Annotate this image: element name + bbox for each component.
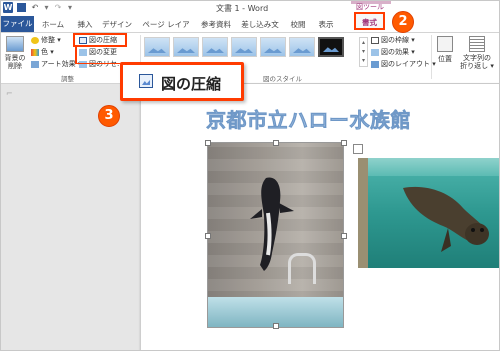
callout-pointer: [75, 47, 120, 64]
undo-icon[interactable]: ↶: [30, 2, 40, 13]
app-window: W ↶ ▾ ↷ ▾ 図ツール 文書 1 - Word ファイル ホーム 挿入 デ…: [0, 0, 500, 351]
compress-highlight: [73, 33, 127, 47]
tab-insert[interactable]: 挿入: [75, 18, 95, 31]
tab-file[interactable]: ファイル: [1, 16, 34, 32]
resize-handle[interactable]: [341, 140, 347, 146]
compress-pictures-icon: [139, 74, 153, 88]
remove-background-icon: [6, 36, 24, 52]
picture-style-thumbnail[interactable]: [318, 37, 344, 57]
tab-view[interactable]: 表示: [315, 18, 337, 31]
tab-mailings[interactable]: 差し込み文書: [238, 18, 282, 42]
tab-design[interactable]: デザイン: [101, 18, 133, 31]
picture-effects-icon: [371, 48, 379, 56]
layout-options-icon[interactable]: [353, 144, 363, 154]
resize-handle[interactable]: [273, 323, 279, 329]
picture-style-thumbnail[interactable]: [289, 37, 315, 57]
picture-layout-icon: [371, 60, 379, 68]
photo-surface: [358, 158, 499, 176]
sea-lion-photo[interactable]: [358, 158, 499, 268]
picture-effects-button[interactable]: 図の効果 ▾: [371, 47, 415, 57]
callout-label: 図の圧縮: [161, 75, 222, 93]
picture-border-button[interactable]: 図の枠線 ▾: [371, 35, 415, 45]
corrections-button[interactable]: 修整 ▾: [31, 35, 61, 45]
wrap-text-button[interactable]: 文字列の 折り返し ▾: [457, 36, 497, 70]
tab-page-layout[interactable]: ページ レイアウト: [139, 18, 193, 42]
step-badge-compress: 3: [98, 105, 120, 127]
margin-mark: ⌐: [6, 89, 13, 98]
sea-lion-image: [403, 186, 489, 252]
tab-home[interactable]: ホーム: [41, 18, 65, 31]
resize-handle[interactable]: [205, 233, 211, 239]
undo-dropdown-icon[interactable]: ▾: [44, 2, 49, 13]
tab-references[interactable]: 参考資料: [200, 18, 232, 31]
dolphin-image: [250, 177, 294, 271]
position-button[interactable]: 位置: [434, 36, 456, 64]
styles-group-label: 図のスタイル: [263, 75, 302, 83]
color-icon: [31, 48, 39, 56]
picture-style-thumbnail[interactable]: [202, 37, 228, 57]
context-group-label: 図ツール: [356, 3, 384, 11]
artistic-effects-icon: [31, 60, 39, 68]
styles-gallery-scroll[interactable]: ▴ ▾ ▾: [359, 37, 368, 67]
picture-border-icon: [371, 36, 379, 44]
picture-style-thumbnail[interactable]: [144, 37, 170, 57]
tab-format[interactable]: 書式: [354, 12, 385, 30]
color-button[interactable]: 色 ▾: [31, 47, 54, 57]
group-separator: [431, 35, 432, 79]
remove-background-button[interactable]: 背景の 削除: [3, 36, 27, 70]
step-badge-format: 2: [392, 11, 414, 33]
dolphin-photo[interactable]: [207, 142, 344, 328]
position-label: 位置: [438, 55, 452, 63]
photo-edge: [358, 158, 368, 268]
picture-style-thumbnail[interactable]: [231, 37, 257, 57]
word-logo-icon: W: [3, 2, 13, 13]
save-icon[interactable]: [17, 3, 26, 12]
redo-icon[interactable]: ↷: [53, 2, 63, 13]
picture-layout-button[interactable]: 図のレイアウト ▾: [371, 59, 436, 69]
resize-handle[interactable]: [341, 233, 347, 239]
remove-background-label: 背景の 削除: [4, 54, 26, 70]
picture-style-thumbnail[interactable]: [260, 37, 286, 57]
tab-review[interactable]: 校閲: [288, 18, 308, 31]
title-bar: W ↶ ▾ ↷ ▾ 図ツール 文書 1 - Word: [1, 1, 499, 16]
document-heading[interactable]: 京都市立ハロー水族館: [206, 104, 411, 133]
window-title: 文書 1 - Word: [216, 4, 269, 13]
picture-style-thumbnail[interactable]: [173, 37, 199, 57]
wrap-text-icon: [469, 36, 485, 52]
resize-handle[interactable]: [273, 140, 279, 146]
adjust-group-label: 調整: [61, 75, 74, 83]
customize-qat-icon[interactable]: ▾: [67, 2, 73, 13]
wrap-text-label: 文字列の 折り返し ▾: [460, 54, 494, 70]
ribbon-tabs: ファイル ホーム 挿入 デザイン ページ レイアウト 参考資料 差し込み文書 校…: [1, 12, 499, 42]
corrections-icon: [31, 36, 39, 44]
position-icon: [437, 36, 453, 52]
picture-styles-gallery: [144, 37, 344, 57]
resize-handle[interactable]: [205, 140, 211, 146]
quick-access-toolbar: W ↶ ▾ ↷ ▾: [3, 2, 73, 13]
compress-pictures-callout: 図の圧縮: [120, 62, 244, 101]
